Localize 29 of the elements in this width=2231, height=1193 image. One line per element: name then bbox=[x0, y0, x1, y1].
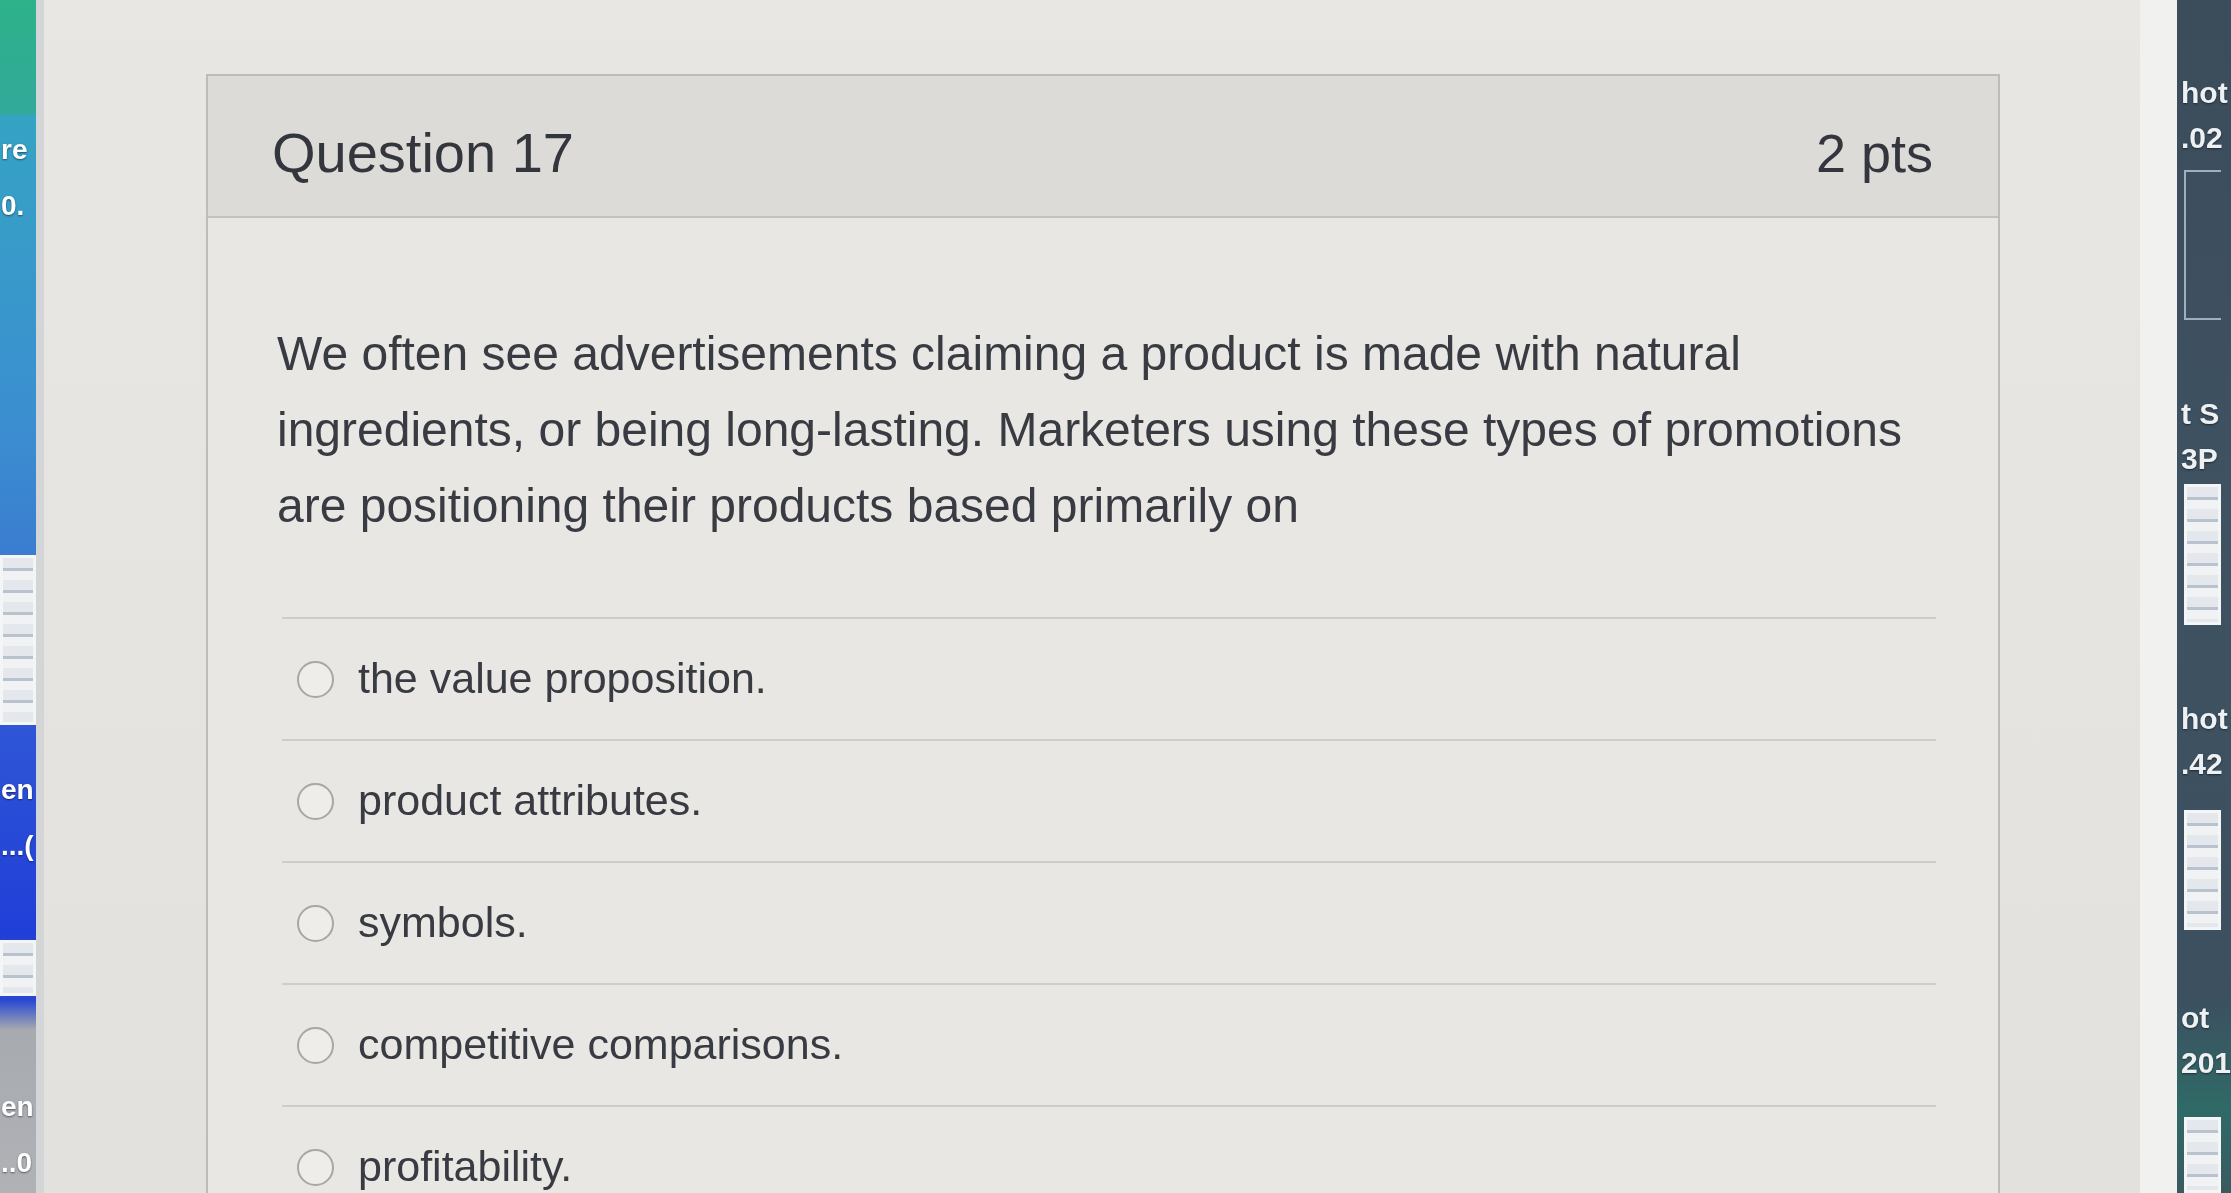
answer-text[interactable]: competitive comparisons. bbox=[358, 1020, 844, 1070]
answer-text[interactable]: profitability. bbox=[358, 1142, 573, 1192]
file-name-text: 3P bbox=[2181, 441, 2218, 477]
radio-button[interactable] bbox=[297, 1148, 334, 1186]
file-name-text: 0. bbox=[1, 189, 25, 223]
file-name-text: ..0 bbox=[1, 1146, 33, 1180]
file-name-text: 201 bbox=[2181, 1045, 2231, 1081]
question-title: Question 17 bbox=[272, 120, 574, 187]
file-name-text: en bbox=[1, 1090, 34, 1124]
file-name-text: ot bbox=[2181, 1000, 2210, 1036]
file-name-text: .42 bbox=[2181, 746, 2223, 782]
file-name-text: t S bbox=[2181, 396, 2220, 432]
file-name-text: hot bbox=[2181, 701, 2228, 737]
radio-button[interactable] bbox=[297, 904, 334, 942]
radio-button[interactable] bbox=[297, 1026, 334, 1064]
answer-text[interactable]: symbols. bbox=[358, 898, 528, 948]
file-name-text: ...( bbox=[1, 829, 34, 863]
radio-button[interactable] bbox=[297, 782, 334, 820]
answer-text[interactable]: product attributes. bbox=[358, 776, 703, 826]
file-name-text: en bbox=[1, 773, 34, 807]
file-thumbnail[interactable] bbox=[2184, 170, 2221, 320]
file-name-text: re bbox=[1, 133, 28, 167]
file-name-text: hot bbox=[2181, 75, 2228, 111]
radio-button[interactable] bbox=[297, 660, 334, 698]
file-thumbnail[interactable] bbox=[0, 0, 36, 115]
file-name-text: .02 bbox=[2181, 120, 2223, 156]
answer-text[interactable]: the value proposition. bbox=[358, 654, 767, 704]
question-text: We often see advertisements claiming a product is made with natural ingredients, or being long-lasting. Marketers using these types of promotions are positioning their products based primarily on bbox=[277, 326, 1903, 534]
points-text: 2 pts bbox=[1815, 121, 1933, 185]
